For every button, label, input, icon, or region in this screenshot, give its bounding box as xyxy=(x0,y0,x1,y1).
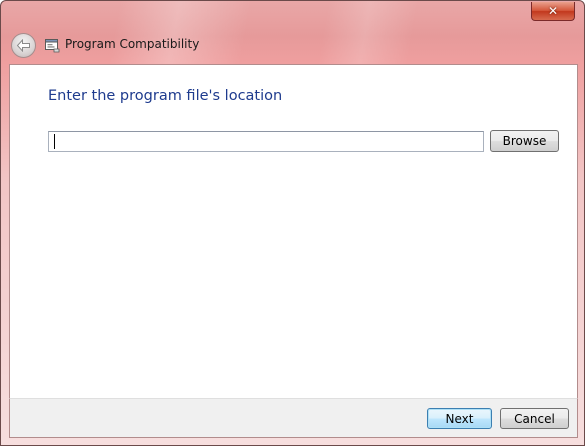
back-arrow-icon xyxy=(16,39,30,52)
footer-bar: Next Cancel xyxy=(9,398,578,438)
title-bar-glass xyxy=(1,1,584,65)
window-title: Program Compatibility xyxy=(65,37,200,51)
close-icon: ✕ xyxy=(547,4,559,18)
cancel-button[interactable]: Cancel xyxy=(500,408,569,429)
page-heading: Enter the program file's location xyxy=(48,88,283,104)
program-compatibility-icon xyxy=(45,39,60,53)
dialog-window: ✕ Program Compatibility Enter the progra… xyxy=(0,0,585,446)
text-caret xyxy=(54,134,55,149)
close-button[interactable]: ✕ xyxy=(531,2,575,21)
program-location-input[interactable] xyxy=(48,131,484,152)
next-button[interactable]: Next xyxy=(427,408,492,429)
content-area: Enter the program file's location Browse xyxy=(9,64,578,398)
browse-button[interactable]: Browse xyxy=(490,130,559,152)
back-button[interactable] xyxy=(11,33,36,58)
